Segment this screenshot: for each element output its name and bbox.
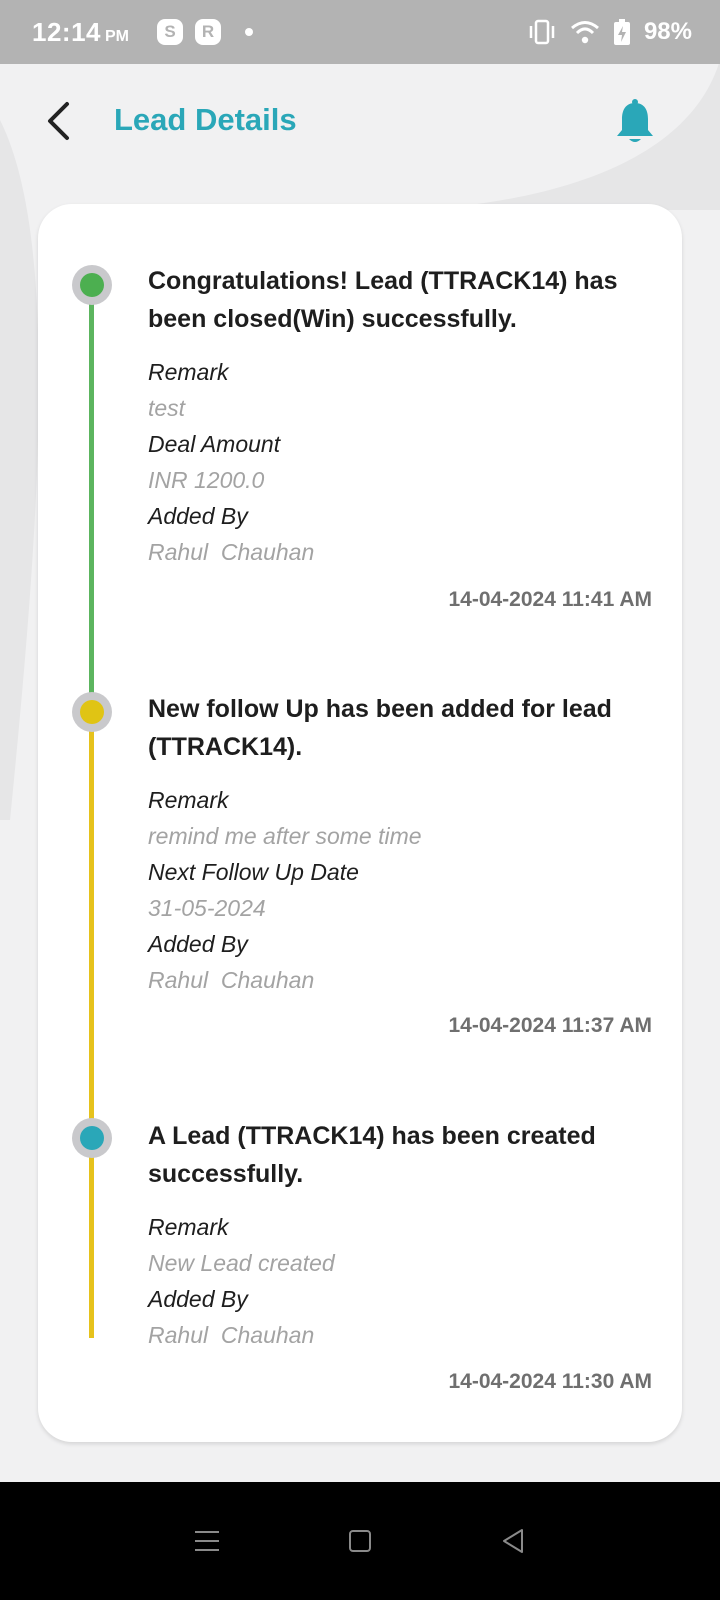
field-value: remind me after some time bbox=[148, 823, 422, 849]
timeline-dot-created bbox=[72, 1118, 112, 1158]
field-label: Next Follow Up Date bbox=[148, 859, 359, 885]
field-label: Added By bbox=[148, 1286, 248, 1312]
timeline-entry-created: A Lead (TTRACK14) has been created succe… bbox=[148, 1117, 660, 1353]
home-button[interactable] bbox=[330, 1511, 390, 1571]
back-triangle-icon bbox=[503, 1529, 524, 1553]
timeline-connector-yellow bbox=[89, 718, 94, 1338]
field-value: Rahul Chauhan bbox=[148, 1322, 315, 1348]
field-label: Remark bbox=[148, 787, 229, 813]
field-label: Added By bbox=[148, 503, 248, 529]
status-ampm: PM bbox=[105, 27, 129, 45]
timeline-dot-closed bbox=[72, 265, 112, 305]
entry-title: Congratulations! Lead (TTRACK14) has bee… bbox=[148, 267, 618, 333]
battery-charging-icon bbox=[613, 19, 630, 45]
field-value: INR 1200.0 bbox=[148, 467, 265, 493]
entry-timestamp: 14-04-2024 11:37 AM bbox=[448, 1014, 652, 1037]
battery-percent: 98% bbox=[643, 18, 692, 45]
timeline-entry-closed: Congratulations! Lead (TTRACK14) has bee… bbox=[148, 262, 660, 570]
field-label: Remark bbox=[148, 359, 229, 385]
vibrate-icon bbox=[529, 19, 555, 45]
field-label: Deal Amount bbox=[148, 431, 281, 457]
field-value: Rahul Chauhan bbox=[148, 539, 315, 565]
entry-title: New follow Up has been added for lead (T… bbox=[148, 695, 612, 761]
entry-timestamp: 14-04-2024 11:41 AM bbox=[448, 588, 652, 611]
wifi-icon bbox=[570, 21, 599, 44]
status-time: 12:14 bbox=[32, 16, 101, 47]
entry-fields: Remark remind me after some time Next Fo… bbox=[148, 782, 660, 998]
back-button[interactable] bbox=[38, 98, 78, 144]
page-title: Lead Details bbox=[114, 102, 297, 137]
system-nav-bar bbox=[0, 1482, 720, 1600]
status-left: 12:14 PM S R bbox=[32, 17, 253, 48]
status-bar: 12:14 PM S R 98% bbox=[0, 0, 720, 64]
field-value: test bbox=[148, 395, 186, 421]
lead-timeline-card: Congratulations! Lead (TTRACK14) has bee… bbox=[38, 204, 682, 1442]
more-notifications-dot-icon bbox=[245, 28, 253, 36]
app-notification-icon: R bbox=[195, 19, 221, 45]
system-back-button[interactable] bbox=[483, 1511, 543, 1571]
field-value: 31-05-2024 bbox=[148, 895, 266, 921]
field-label: Remark bbox=[148, 1214, 229, 1240]
entry-timestamp: 14-04-2024 11:30 AM bbox=[448, 1370, 652, 1393]
status-right: 98% bbox=[528, 18, 692, 46]
back-arrow-icon bbox=[48, 102, 69, 140]
menu-icon bbox=[194, 1531, 219, 1551]
entry-title: A Lead (TTRACK14) has been created succe… bbox=[148, 1122, 596, 1188]
home-square-icon bbox=[348, 1530, 371, 1552]
notifications-button[interactable] bbox=[612, 96, 658, 148]
app-header: Lead Details bbox=[0, 64, 720, 184]
field-label: Added By bbox=[148, 931, 248, 957]
clock: 12:14 PM bbox=[32, 17, 129, 48]
recent-apps-button[interactable] bbox=[177, 1511, 237, 1571]
timeline-entry-followup: New follow Up has been added for lead (T… bbox=[148, 690, 660, 998]
skype-notification-icon: S bbox=[157, 19, 183, 45]
entry-fields: Remark test Deal Amount INR 1200.0 Added… bbox=[148, 354, 660, 570]
field-value: Rahul Chauhan bbox=[148, 967, 315, 993]
entry-fields: Remark New Lead created Added By Rahul C… bbox=[148, 1209, 660, 1353]
timeline-dot-followup bbox=[72, 692, 112, 732]
bell-icon bbox=[617, 99, 653, 142]
field-value: New Lead created bbox=[148, 1250, 335, 1276]
